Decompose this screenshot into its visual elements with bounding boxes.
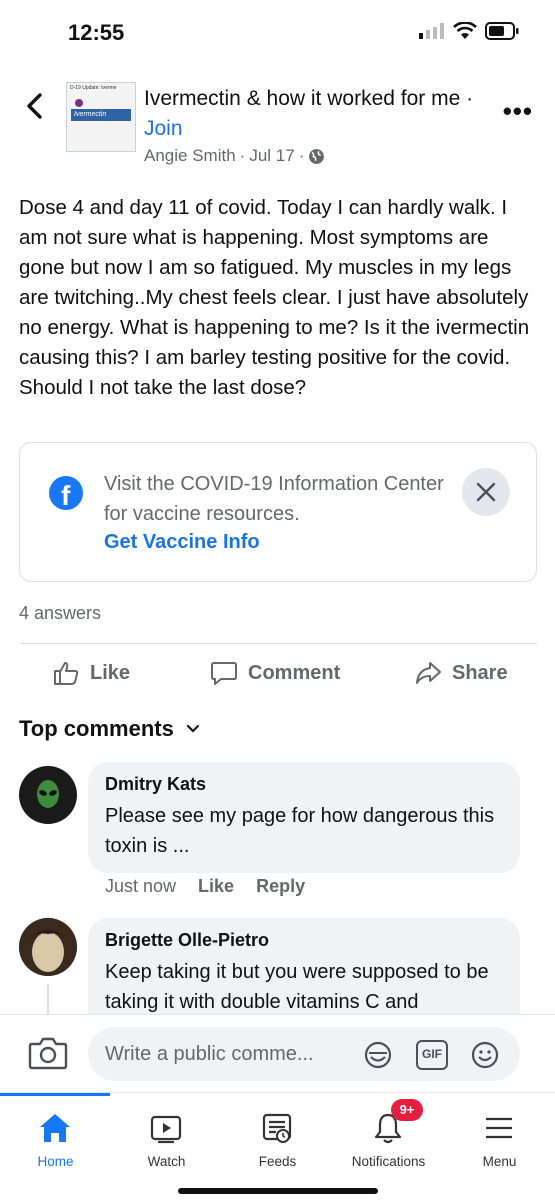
tab-feeds[interactable]: Feeds: [222, 1093, 333, 1183]
post-header: D-19 Update: Iverme Ivermectin Ivermecti…: [0, 78, 555, 173]
close-icon: [476, 482, 496, 502]
chevron-down-icon: [186, 724, 199, 733]
comment-text: Keep taking it but you were supposed to …: [105, 961, 489, 1013]
like-button[interactable]: Like: [52, 659, 130, 687]
camera-icon[interactable]: [28, 1035, 68, 1071]
wifi-icon: [453, 22, 477, 39]
meta-dot: ·: [298, 146, 305, 165]
info-card-text: Visit the COVID-19 Information Center fo…: [104, 473, 444, 525]
menu-icon: [486, 1117, 512, 1139]
covid-info-card: f Visit the COVID-19 Information Center …: [19, 442, 537, 582]
watch-icon: [150, 1115, 182, 1144]
commenter-name[interactable]: Brigette Olle-Pietro: [105, 930, 503, 951]
share-label: Share: [452, 661, 508, 684]
facebook-icon: f: [49, 476, 83, 511]
tab-label: Menu: [482, 1154, 517, 1169]
sticker-icon[interactable]: [363, 1040, 393, 1070]
home-icon: [40, 1114, 70, 1142]
status-time: 12:55: [68, 20, 125, 45]
comment-composer: Write a public comme... GIF: [0, 1014, 555, 1092]
divider: [19, 643, 537, 644]
share-button[interactable]: Share: [414, 659, 508, 687]
signal-icon: [419, 23, 444, 39]
status-bar: 12:55: [0, 0, 555, 62]
comment-like-button[interactable]: Like: [198, 876, 234, 897]
close-info-card-button[interactable]: [462, 468, 510, 516]
thread-line: [47, 984, 49, 1014]
title-separator: ·: [460, 87, 474, 110]
tab-label: Notifications: [351, 1154, 426, 1169]
avatar[interactable]: [19, 766, 77, 824]
tab-notifications[interactable]: 9+ Notifications: [333, 1093, 444, 1183]
post-body: Dose 4 and day 11 of covid. Today I can …: [19, 196, 530, 399]
battery-icon: [485, 22, 519, 40]
answers-count[interactable]: 4 answers: [19, 603, 101, 624]
tab-label: Home: [37, 1154, 74, 1169]
bottom-strip: [0, 1182, 555, 1200]
group-title[interactable]: Ivermectin & how it worked for me · Join: [144, 84, 484, 144]
like-icon: [54, 662, 79, 685]
tab-label: Feeds: [258, 1154, 297, 1169]
comment-text: Please see my page for how dangerous thi…: [105, 805, 495, 857]
gif-icon[interactable]: GIF: [416, 1040, 448, 1070]
tab-home[interactable]: Home: [0, 1093, 111, 1183]
more-icon[interactable]: •••: [503, 96, 533, 127]
comment-placeholder: Write a public comme...: [105, 1043, 314, 1065]
author-name[interactable]: Angie Smith: [144, 146, 236, 166]
bottom-tab-bar: Home Watch Feeds 9+ Notifications Menu: [0, 1092, 555, 1182]
emoji-icon[interactable]: [470, 1040, 500, 1070]
group-name[interactable]: Ivermectin & how it worked for me: [144, 87, 460, 110]
post-action-bar: Like Comment Share: [0, 645, 555, 701]
comment-reply-button[interactable]: Reply: [256, 876, 305, 897]
thumbnail-band: Ivermectin: [71, 109, 131, 121]
join-link[interactable]: Join: [144, 117, 183, 140]
like-label: Like: [90, 661, 131, 684]
notification-badge: 9+: [391, 1099, 423, 1121]
comment-icon: [211, 662, 237, 685]
globe-icon: [309, 148, 325, 164]
get-vaccine-info-link[interactable]: Get Vaccine Info: [104, 531, 260, 554]
share-icon: [416, 662, 441, 684]
comment-input[interactable]: Write a public comme... GIF: [88, 1027, 520, 1081]
top-comments-label: Top comments: [19, 716, 174, 741]
photo-avatar-icon: [19, 918, 77, 976]
back-arrow-icon[interactable]: [22, 92, 50, 120]
avatar[interactable]: [19, 918, 77, 976]
tab-menu[interactable]: Menu: [444, 1093, 555, 1183]
comment-bubble[interactable]: Dmitry Kats Please see my page for how d…: [88, 762, 520, 873]
home-indicator: [178, 1188, 378, 1194]
thumbnail-dot: [75, 99, 83, 107]
thumbnail-caption: D-19 Update: Iverme: [70, 85, 117, 91]
feeds-icon: [262, 1113, 292, 1143]
tab-label: Watch: [147, 1154, 186, 1169]
status-icons: [419, 22, 519, 40]
commenter-name[interactable]: Dmitry Kats: [105, 774, 503, 795]
comment-label: Comment: [248, 661, 341, 684]
alien-avatar-icon: [37, 780, 59, 808]
tab-watch[interactable]: Watch: [111, 1093, 222, 1183]
meta-dot: ·: [239, 146, 246, 165]
comment-time: Just now: [105, 876, 177, 896]
comment-button[interactable]: Comment: [210, 659, 340, 687]
post-meta: Angie Smith · Jul 17 ·: [144, 146, 325, 166]
comment-actions: Just now Like Reply: [105, 876, 305, 897]
group-thumbnail[interactable]: D-19 Update: Iverme Ivermectin: [66, 82, 136, 152]
top-comments-sort[interactable]: Top comments: [19, 716, 200, 742]
comment-bubble[interactable]: Brigette Olle-Pietro Keep taking it but …: [88, 918, 520, 1014]
post-date[interactable]: Jul 17: [249, 146, 294, 166]
